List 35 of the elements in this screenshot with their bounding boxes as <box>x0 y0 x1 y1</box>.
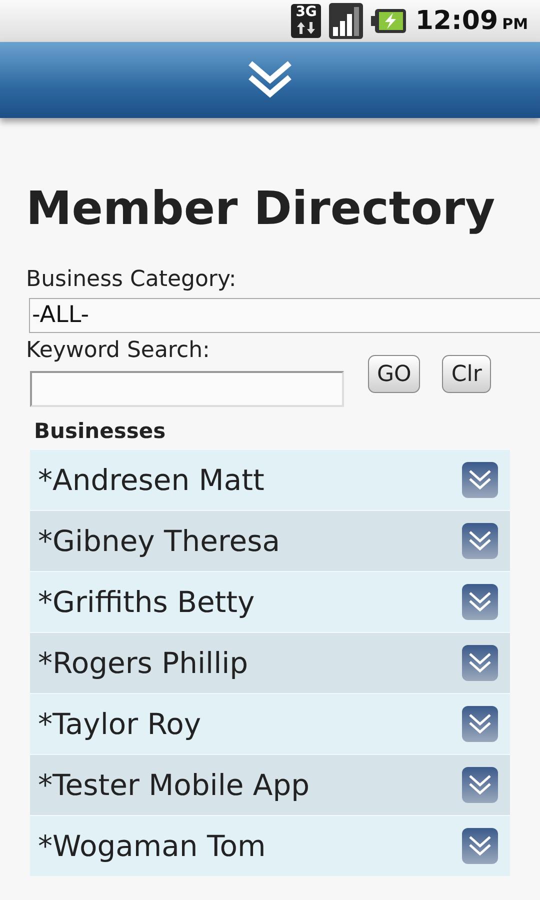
expand-icon[interactable] <box>462 828 498 864</box>
business-name: *Griffiths Betty <box>38 585 255 619</box>
business-row[interactable]: *Griffiths Betty <box>30 571 510 632</box>
clock-period: PM <box>502 15 528 33</box>
battery-icon <box>371 8 408 34</box>
expand-icon[interactable] <box>462 523 498 559</box>
expand-icon[interactable] <box>462 645 498 681</box>
signal-icon <box>329 3 364 39</box>
expand-icon[interactable] <box>462 706 498 742</box>
business-name: *Wogaman Tom <box>38 829 266 863</box>
network-type: 3G <box>296 4 317 21</box>
data-arrows-icon <box>295 21 318 35</box>
business-name: *Gibney Theresa <box>38 524 280 558</box>
expand-icon[interactable] <box>462 462 498 498</box>
business-row[interactable]: *Rogers Phillip <box>30 632 510 693</box>
business-row[interactable]: *Wogaman Tom <box>30 815 510 876</box>
business-row[interactable]: *Andresen Matt <box>30 449 510 510</box>
expand-icon[interactable] <box>462 767 498 803</box>
business-name: *Rogers Phillip <box>38 646 248 680</box>
page-title: Member Directory <box>26 180 496 236</box>
category-select[interactable]: -ALL- <box>29 298 540 333</box>
expand-icon[interactable] <box>462 584 498 620</box>
business-row[interactable]: *Taylor Roy <box>30 693 510 754</box>
clear-button[interactable]: Clr <box>442 355 491 393</box>
business-name: *Taylor Roy <box>38 707 202 741</box>
clock-time: 12:09 <box>415 6 498 36</box>
business-name: *Tester Mobile App <box>38 768 310 802</box>
business-name: *Andresen Matt <box>38 463 264 497</box>
keyword-input[interactable] <box>30 371 344 407</box>
field-label: Keyword Search: <box>26 337 211 365</box>
go-button[interactable]: GO <box>368 355 420 393</box>
business-row[interactable]: *Tester Mobile App <box>30 754 510 815</box>
business-row[interactable]: *Gibney Theresa <box>30 510 510 571</box>
section-title: Businesses <box>34 419 167 443</box>
field-label: Business Category: <box>26 266 238 294</box>
